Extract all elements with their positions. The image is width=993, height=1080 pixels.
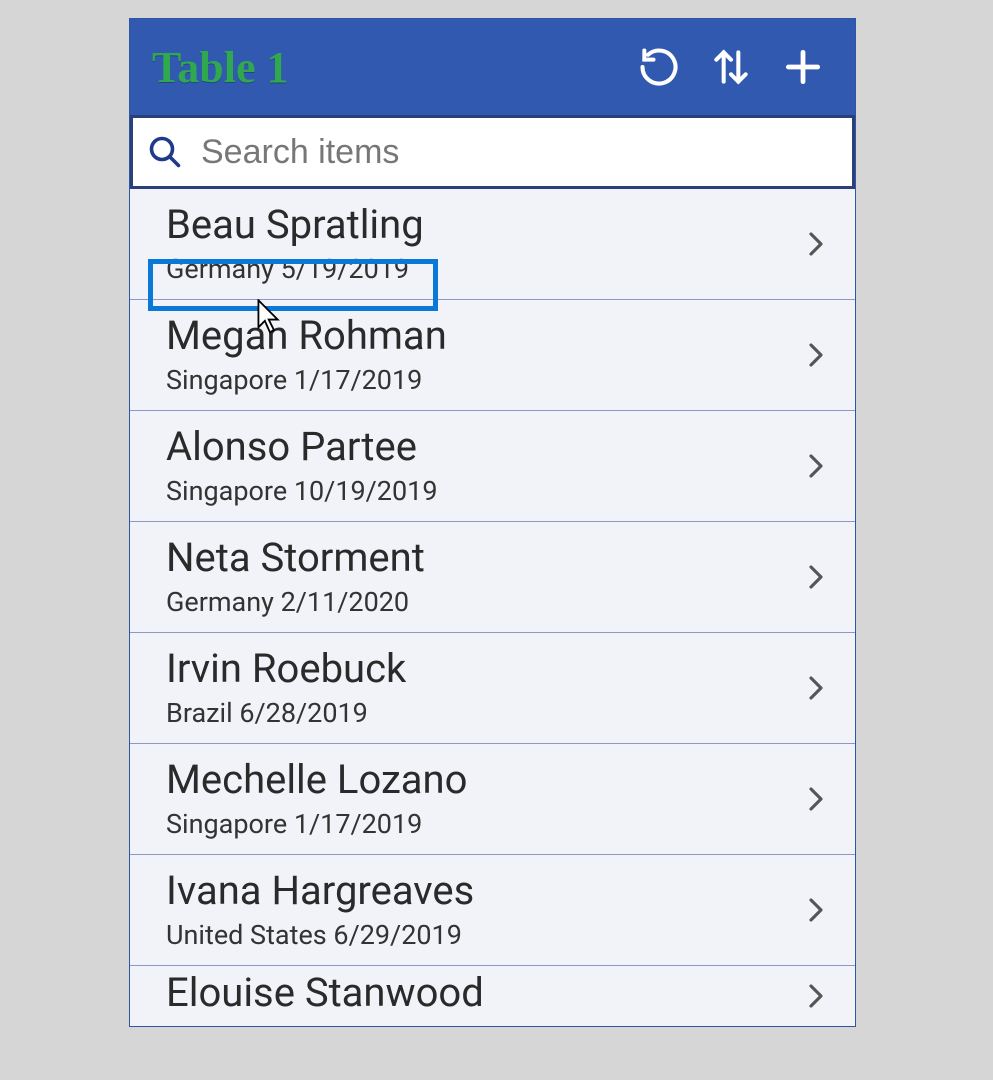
- search-bar[interactable]: [130, 115, 855, 189]
- chevron-right-icon: [801, 668, 831, 708]
- refresh-icon: [637, 45, 681, 89]
- list-item[interactable]: Irvin Roebuck Brazil 6/28/2019: [130, 633, 855, 744]
- chevron-right-icon: [801, 335, 831, 375]
- search-icon: [147, 134, 183, 170]
- item-subtitle: Singapore 10/19/2019: [166, 475, 801, 507]
- chevron-right-icon: [801, 779, 831, 819]
- refresh-button[interactable]: [629, 37, 689, 97]
- chevron-right-icon: [801, 446, 831, 486]
- item-subtitle: Germany 2/11/2020: [166, 586, 801, 618]
- item-subtitle: Brazil 6/28/2019: [166, 697, 801, 729]
- item-subtitle: Germany 5/19/2019: [166, 253, 801, 285]
- item-title: Mechelle Lozano: [166, 758, 801, 802]
- list-item[interactable]: Megan Rohman Singapore 1/17/2019: [130, 300, 855, 411]
- app-frame: Table 1: [129, 18, 856, 1027]
- item-title: Beau Spratling: [166, 203, 801, 247]
- add-icon: [781, 45, 825, 89]
- page-title: Table 1: [152, 42, 617, 93]
- list-item[interactable]: Elouise Stanwood: [130, 966, 855, 1026]
- item-list: Beau Spratling Germany 5/19/2019 Megan R…: [130, 189, 855, 1026]
- app-header: Table 1: [130, 19, 855, 115]
- item-title: Ivana Hargreaves: [166, 869, 801, 913]
- search-input[interactable]: [201, 133, 838, 172]
- item-title: Irvin Roebuck: [166, 647, 801, 691]
- list-item[interactable]: Alonso Partee Singapore 10/19/2019: [130, 411, 855, 522]
- chevron-right-icon: [801, 557, 831, 597]
- item-subtitle: Singapore 1/17/2019: [166, 364, 801, 396]
- chevron-right-icon: [801, 224, 831, 264]
- sort-button[interactable]: [701, 37, 761, 97]
- chevron-right-icon: [801, 890, 831, 930]
- list-item[interactable]: Ivana Hargreaves United States 6/29/2019: [130, 855, 855, 966]
- sort-icon: [709, 45, 753, 89]
- item-title: Elouise Stanwood: [166, 971, 801, 1015]
- chevron-right-icon: [801, 976, 831, 1016]
- add-button[interactable]: [773, 37, 833, 97]
- item-subtitle: United States 6/29/2019: [166, 919, 801, 951]
- item-subtitle: Singapore 1/17/2019: [166, 808, 801, 840]
- item-title: Neta Storment: [166, 536, 801, 580]
- list-item[interactable]: Beau Spratling Germany 5/19/2019: [130, 189, 855, 300]
- list-item[interactable]: Neta Storment Germany 2/11/2020: [130, 522, 855, 633]
- item-title: Megan Rohman: [166, 314, 801, 358]
- list-item[interactable]: Mechelle Lozano Singapore 1/17/2019: [130, 744, 855, 855]
- item-title: Alonso Partee: [166, 425, 801, 469]
